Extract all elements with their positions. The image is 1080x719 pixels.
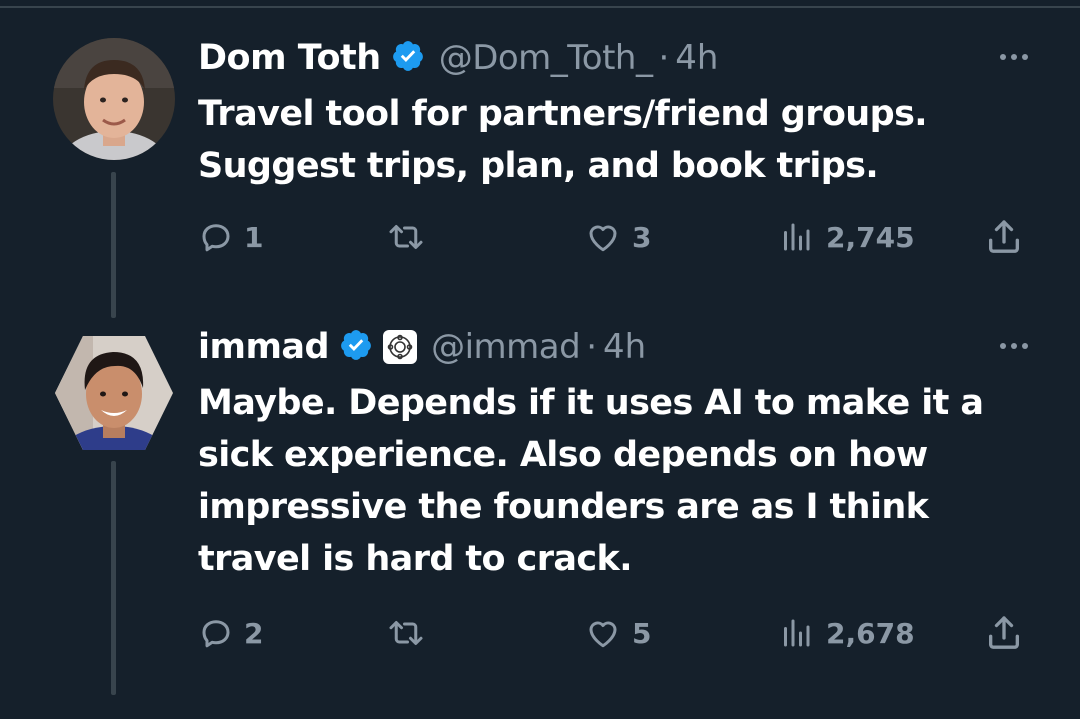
reply-icon xyxy=(202,224,230,252)
tweet-text-line: Travel tool for partners/friend groups. xyxy=(198,94,928,134)
action-bar: 1 3 2,745 xyxy=(198,215,1030,259)
thread-line xyxy=(111,172,116,318)
display-name[interactable]: immad xyxy=(198,327,330,367)
reply-button[interactable]: 2 xyxy=(198,611,263,655)
like-button[interactable]: 5 xyxy=(584,611,651,655)
share-icon xyxy=(989,616,1019,649)
tweet-text-line: travel is hard to crack. xyxy=(198,539,633,579)
handle[interactable]: @immad xyxy=(431,327,581,367)
verified-badge-icon xyxy=(339,328,373,366)
display-name[interactable]: Dom Toth xyxy=(198,38,381,78)
tweet-immad[interactable]: immad @immad · 4h Maybe. Depends if it u… xyxy=(0,319,1080,719)
retweet-button[interactable] xyxy=(386,611,436,655)
timestamp[interactable]: 4h xyxy=(675,38,718,78)
verified-badge-icon xyxy=(391,39,425,77)
like-icon xyxy=(589,621,617,648)
handle[interactable]: @Dom_Toth_ xyxy=(439,38,653,78)
tweet-header: immad @immad · 4h xyxy=(198,325,1028,369)
retweet-button[interactable] xyxy=(386,215,436,259)
share-button[interactable] xyxy=(984,611,1024,655)
reply-count: 1 xyxy=(244,220,264,254)
like-icon xyxy=(589,225,617,252)
reply-count: 2 xyxy=(244,616,264,650)
avatar-immad[interactable] xyxy=(53,332,175,454)
views-button[interactable]: 2,745 xyxy=(776,215,915,259)
tweet-text: Maybe. Depends if it uses AI to make it … xyxy=(198,377,1028,585)
views-count: 2,745 xyxy=(826,220,915,254)
more-icon[interactable] xyxy=(1000,343,1028,349)
reply-icon xyxy=(202,620,230,648)
like-count: 5 xyxy=(632,616,652,650)
tweet-dom-toth[interactable]: Dom Toth @Dom_Toth_ · 4h Travel tool for… xyxy=(0,0,1080,319)
thread-line xyxy=(111,461,116,695)
affiliate-badge-icon[interactable] xyxy=(383,330,418,364)
tweet-header: Dom Toth @Dom_Toth_ · 4h xyxy=(198,36,1028,80)
views-icon xyxy=(784,619,810,647)
tweet-text: Travel tool for partners/friend groups. … xyxy=(198,88,1028,192)
more-icon[interactable] xyxy=(1000,54,1028,60)
reply-button[interactable]: 1 xyxy=(198,215,263,259)
separator-dot: · xyxy=(586,327,598,367)
separator-dot: · xyxy=(658,38,670,78)
views-count: 2,678 xyxy=(826,616,915,650)
retweet-icon xyxy=(389,621,423,645)
avatar-dom-toth[interactable] xyxy=(53,38,175,160)
share-button[interactable] xyxy=(984,215,1024,259)
action-bar: 2 5 2,678 xyxy=(198,611,1030,655)
timestamp[interactable]: 4h xyxy=(603,327,646,367)
like-button[interactable]: 3 xyxy=(584,215,651,259)
tweet-text-line: Suggest trips, plan, and book trips. xyxy=(198,146,879,186)
like-count: 3 xyxy=(632,220,652,254)
retweet-icon xyxy=(389,225,423,249)
views-button[interactable]: 2,678 xyxy=(776,611,915,655)
tweet-text-line: Maybe. Depends if it uses AI to make it … xyxy=(198,383,984,423)
share-icon xyxy=(989,220,1019,253)
tweet-text-line: impressive the founders are as I think xyxy=(198,487,929,527)
views-icon xyxy=(784,223,810,251)
tweet-text-line: sick experience. Also depends on how xyxy=(198,435,928,475)
